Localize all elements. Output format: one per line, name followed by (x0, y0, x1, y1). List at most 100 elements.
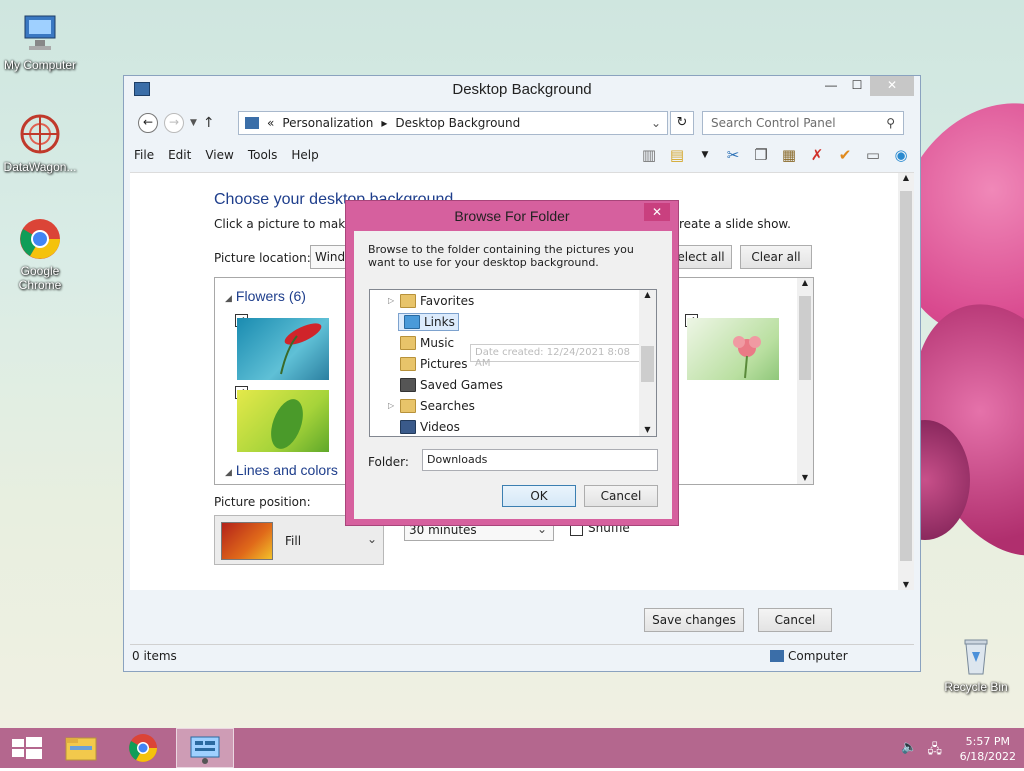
clock[interactable]: 5:57 PM 6/18/2022 (960, 734, 1016, 764)
tree-item-music[interactable]: Music (370, 332, 454, 353)
select-all-button[interactable]: elect all (670, 245, 732, 269)
content-scrollbar[interactable]: ▲ ▼ (898, 173, 914, 591)
dialog-close-button[interactable]: ✕ (644, 203, 670, 221)
selected-item[interactable]: Links (398, 312, 459, 331)
tree-item-videos[interactable]: Videos (370, 416, 460, 436)
control-panel-icon (190, 736, 220, 764)
layout-icon[interactable]: ▥ (638, 144, 660, 166)
expand-icon[interactable]: ▷ (388, 401, 398, 410)
tree-item-pictures[interactable]: Pictures (370, 353, 468, 374)
tree-scrollbar[interactable]: ▲ ▼ (639, 290, 656, 436)
scroll-up-icon[interactable]: ▲ (639, 290, 656, 299)
scroll-up-icon[interactable]: ▲ (797, 278, 813, 287)
breadcrumb-desktop-background[interactable]: Desktop Background (395, 116, 520, 130)
desktop-icon-recycle-bin[interactable]: Recycle Bin (936, 632, 1016, 694)
links-folder-icon (404, 314, 420, 329)
recent-pages-icon[interactable]: ▼ (190, 118, 197, 128)
leaf-thumbnail[interactable] (237, 390, 329, 452)
collapse-icon[interactable]: ◢ (225, 467, 232, 477)
taskbar: 🔈 🖧 5:57 PM 6/18/2022 (0, 728, 1024, 768)
cut-icon[interactable]: ✂ (722, 144, 744, 166)
group-label: Flowers (6) (235, 288, 306, 304)
scroll-down-icon[interactable]: ▼ (639, 425, 656, 434)
window-titlebar[interactable]: Desktop Background — ☐ ✕ (124, 76, 920, 106)
picture-location-label: Picture location: (214, 251, 311, 265)
music-folder-icon (400, 335, 416, 350)
tree-item-favorites[interactable]: ▷ Favorites (370, 290, 474, 311)
tree-item-links[interactable]: Links (370, 311, 459, 332)
breadcrumb-prefix[interactable]: « (267, 116, 274, 130)
refresh-icon[interactable]: ↻ (670, 111, 694, 135)
desktop-icon-my-computer[interactable]: My Computer (0, 10, 80, 72)
scroll-thumb[interactable] (799, 296, 811, 380)
clear-all-button[interactable]: Clear all (740, 245, 812, 269)
scroll-down-icon[interactable]: ▼ (797, 473, 813, 482)
expand-icon[interactable]: ▷ (388, 296, 398, 305)
minimize-button[interactable]: — (818, 76, 844, 96)
desktop-icon-chrome[interactable]: Google Chrome (0, 216, 80, 292)
desktop-icon-datawagon[interactable]: DataWagon... (0, 112, 80, 174)
breadcrumb-personalization[interactable]: Personalization (282, 116, 373, 130)
menu-view[interactable]: View (205, 148, 233, 162)
save-changes-button[interactable]: Save changes (644, 608, 744, 632)
delete-icon[interactable]: ✗ (806, 144, 828, 166)
page-subtitle-tail: reate a slide show. (679, 217, 791, 231)
desktop-icon-label: My Computer (3, 58, 77, 72)
scroll-thumb[interactable] (900, 191, 912, 561)
dialog-titlebar[interactable]: Browse For Folder ✕ (346, 201, 678, 231)
status-computer: Computer (788, 649, 848, 663)
gallery-scrollbar[interactable]: ▲ ▼ (797, 278, 813, 484)
tree-item-label: Videos (420, 419, 460, 434)
picture-position-value: Fill (285, 534, 302, 548)
properties-icon[interactable]: ▭ (862, 144, 884, 166)
chevron-down-icon: ⌄ (366, 532, 377, 546)
flower-thumbnail[interactable] (237, 318, 329, 380)
copy-icon[interactable]: ❐ (750, 144, 772, 166)
tree-item-searches[interactable]: ▷ Searches (370, 395, 475, 416)
tree-item-saved-games[interactable]: Saved Games (370, 374, 503, 395)
paste-icon[interactable]: ▦ (778, 144, 800, 166)
taskbar-chrome[interactable] (114, 728, 172, 768)
menu-edit[interactable]: Edit (168, 148, 191, 162)
tree-item-label: Pictures (420, 356, 468, 371)
dialog-cancel-button[interactable]: Cancel (584, 485, 658, 507)
picture-location-select[interactable]: Windo (310, 245, 353, 269)
taskbar-file-explorer[interactable] (52, 728, 110, 768)
group-lines-and-colors[interactable]: ◢ Lines and colors (225, 462, 338, 478)
volume-muted-icon[interactable]: 🔈 (901, 740, 917, 762)
scroll-up-icon[interactable]: ▲ (898, 173, 914, 182)
search-icon[interactable]: ⚲ (886, 116, 895, 130)
action-bar: Save changes Cancel (130, 590, 914, 642)
folder-options-icon[interactable]: ▤ (666, 144, 688, 166)
start-button[interactable] (0, 728, 58, 768)
search-input[interactable]: Search Control Panel ⚲ (702, 111, 904, 135)
menu-file[interactable]: File (134, 148, 154, 162)
computer-icon (17, 10, 63, 56)
group-flowers[interactable]: ◢ Flowers (6) (225, 288, 306, 304)
ok-button[interactable]: OK (502, 485, 576, 507)
scroll-thumb[interactable] (641, 346, 654, 382)
cancel-button[interactable]: Cancel (758, 608, 832, 632)
dropdown-icon[interactable]: ▼ (694, 144, 716, 166)
star-folder-icon (400, 293, 416, 308)
file-explorer-icon (65, 737, 97, 761)
menu-tools[interactable]: Tools (248, 148, 278, 162)
apply-icon[interactable]: ✔ (834, 144, 856, 166)
menu-help[interactable]: Help (291, 148, 318, 162)
back-icon[interactable]: ← (138, 113, 158, 133)
forward-icon[interactable]: → (164, 113, 184, 133)
taskbar-control-panel[interactable] (176, 728, 234, 768)
globe-icon[interactable]: ◉ (890, 144, 912, 166)
close-button[interactable]: ✕ (870, 76, 914, 96)
collapse-icon[interactable]: ◢ (225, 293, 232, 303)
pink-flower-thumbnail[interactable] (687, 318, 779, 380)
folder-input[interactable]: Downloads (422, 449, 658, 471)
system-tray: 🔈 🖧 (901, 740, 942, 762)
scroll-down-icon[interactable]: ▼ (898, 580, 914, 589)
breadcrumb[interactable]: « Personalization ▸ Desktop Background ⌄ (238, 111, 668, 135)
group-label: Lines and colors (235, 462, 338, 478)
up-icon[interactable]: ↑ (203, 115, 215, 131)
chevron-down-icon[interactable]: ⌄ (651, 116, 661, 130)
maximize-button[interactable]: ☐ (844, 76, 870, 96)
network-icon[interactable]: 🖧 (928, 740, 943, 762)
